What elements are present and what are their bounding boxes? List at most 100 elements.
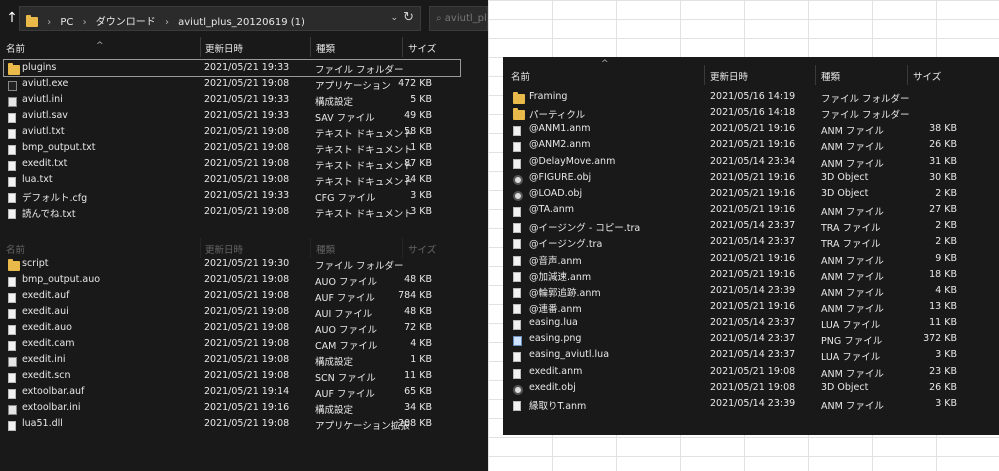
file-name: exedit.auf	[22, 290, 70, 301]
file-date: 2021/05/21 19:08	[204, 418, 290, 429]
file-row[interactable]: @輪郭追跡.anm 2021/05/14 23:39 ANM ファイル 4 KB	[507, 283, 993, 299]
file-row[interactable]: @加減速.anm 2021/05/21 19:16 ANM ファイル 18 KB	[507, 267, 993, 283]
file-date: 2021/05/21 19:08	[204, 370, 290, 381]
file-row[interactable]: exedit.obj 2021/05/21 19:08 3D Object 26 KB	[507, 380, 993, 396]
file-type: 3D Object	[821, 171, 869, 183]
column-name[interactable]: 名前	[511, 69, 530, 83]
file-row[interactable]: aviutl.ini 2021/05/21 19:33 構成設定 5 KB	[4, 92, 460, 108]
search-placeholder: aviutl_plus_20120619 (1)の検索	[444, 13, 487, 24]
file-type: PNG ファイル	[821, 336, 883, 348]
column-date[interactable]: 更新日時	[205, 242, 243, 256]
file-row[interactable]: デフォルト.cfg 2021/05/21 19:33 CFG ファイル 3 KB	[4, 188, 460, 204]
file-row[interactable]: @DelayMove.anm 2021/05/14 23:34 ANM ファイル 31…	[507, 154, 993, 170]
column-size[interactable]: サイズ	[408, 41, 436, 55]
file-row[interactable]: lua51.dll 2021/05/21 19:08 アプリケーション拡張 208 K…	[4, 416, 460, 432]
file-type: ANM ファイル	[821, 400, 884, 412]
column-name[interactable]: 名前	[6, 41, 25, 55]
column-size[interactable]: サイズ	[913, 69, 941, 83]
column-size[interactable]: サイズ	[408, 242, 436, 256]
file-row[interactable]: exedit.scn 2021/05/21 19:08 SCN ファイル 11 KB	[4, 368, 460, 384]
file-row[interactable]: exedit.auo 2021/05/21 19:08 AUO ファイル 72 KB	[4, 320, 460, 336]
file-size: 38 KB	[929, 123, 957, 135]
file-row[interactable]: aviutl.exe 2021/05/21 19:08 アプリケーション 472 KB	[4, 76, 460, 92]
file-type: LUA ファイル	[821, 352, 881, 364]
file-row[interactable]: easing.png 2021/05/14 23:37 PNG ファイル 372 KB	[507, 331, 993, 347]
file-row[interactable]: exedit.txt 2021/05/21 19:08 テキスト ドキュメント 87 …	[4, 156, 460, 172]
file-date: 2021/05/21 19:16	[710, 187, 796, 199]
column-type[interactable]: 種類	[316, 242, 335, 256]
breadcrumb-item[interactable]: ダウンロード	[96, 17, 156, 28]
file-row[interactable]: @イージング.tra 2021/05/14 23:37 TRA ファイル 2 KB	[507, 234, 993, 250]
address-bar[interactable]: › PC › ダウンロード › aviutl_plus_20120619 (1)…	[19, 6, 421, 31]
file-size: 48 KB	[404, 274, 432, 285]
file-type: テキスト ドキュメント	[315, 177, 413, 188]
file-row[interactable]: exedit.auf 2021/05/21 19:08 AUF ファイル 784 KB	[4, 288, 460, 304]
file-name: @LOAD.obj	[529, 187, 583, 199]
file-date: 2021/05/21 19:14	[204, 386, 290, 397]
column-name[interactable]: 名前	[6, 242, 25, 256]
file-row[interactable]: 読んでね.txt 2021/05/21 19:08 テキスト ドキュメント 3 KB	[4, 204, 460, 220]
file-name: lua.txt	[22, 174, 53, 185]
column-header: ^ 名前 更新日時 種類 サイズ	[503, 59, 999, 85]
file-row[interactable]: extoolbar.auf 2021/05/21 19:14 AUF ファイル 65 …	[4, 384, 460, 400]
file-type: SAV ファイル	[315, 113, 375, 124]
file-row[interactable]: @LOAD.obj 2021/05/21 19:16 3D Object 2 KB	[507, 186, 993, 202]
file-row[interactable]: plugins 2021/05/21 19:33 ファイル フォルダー	[3, 59, 461, 77]
file-row[interactable]: @ANM1.anm 2021/05/21 19:16 ANM ファイル 38 KB	[507, 121, 993, 137]
column-type[interactable]: 種類	[316, 41, 335, 55]
file-date: 2021/05/14 23:39	[710, 284, 796, 296]
file-row[interactable]: @FIGURE.obj 2021/05/21 19:16 3D Object 30 K…	[507, 170, 993, 186]
column-date[interactable]: 更新日時	[205, 41, 243, 55]
search-input[interactable]: ⌕ aviutl_plus_20120619 (1)の検索	[429, 6, 488, 31]
file-date: 2021/05/21 19:16	[710, 300, 796, 312]
file-size: 5 KB	[410, 94, 432, 105]
breadcrumb-item[interactable]: aviutl_plus_20120619 (1)	[178, 17, 305, 28]
file-date: 2021/05/21 19:08	[204, 174, 290, 185]
file-row[interactable]: aviutl.sav 2021/05/21 19:33 SAV ファイル 49 KB	[4, 108, 460, 124]
file-type: ANM ファイル	[821, 142, 884, 154]
file-type: テキスト ドキュメント	[315, 129, 413, 140]
refresh-icon[interactable]: ↻	[403, 10, 414, 25]
file-name: exedit.ini	[22, 354, 66, 365]
breadcrumb-item[interactable]: PC	[60, 17, 73, 28]
file-size: 372 KB	[923, 333, 957, 345]
file-row[interactable]: Framing 2021/05/16 14:19 ファイル フォルダー	[507, 89, 993, 105]
file-row[interactable]: easing.lua 2021/05/14 23:37 LUA ファイル 11 KB	[507, 315, 993, 331]
chevron-right-icon: ›	[82, 17, 87, 28]
file-row[interactable]: bmp_output.txt 2021/05/21 19:08 テキスト ドキュメン…	[4, 140, 460, 156]
address-bar-area: ↑ › PC › ダウンロード › aviutl_plus_20120619 (…	[0, 0, 488, 37]
file-row[interactable]: exedit.anm 2021/05/21 19:08 ANM ファイル 23 KB	[507, 364, 993, 380]
file-row[interactable]: @連番.anm 2021/05/21 19:16 ANM ファイル 13 KB	[507, 299, 993, 315]
up-arrow-icon[interactable]: ↑	[4, 10, 20, 26]
file-row[interactable]: exedit.aui 2021/05/21 19:08 AUI ファイル 48 KB	[4, 304, 460, 320]
file-row[interactable]: bmp_output.auo 2021/05/21 19:08 AUO ファイル 48…	[4, 272, 460, 288]
file-row[interactable]: aviutl.txt 2021/05/21 19:08 テキスト ドキュメント 58 …	[4, 124, 460, 140]
file-type: ファイル フォルダー	[315, 261, 404, 272]
file-row[interactable]: easing_aviutl.lua 2021/05/14 23:37 LUA ファイ…	[507, 347, 993, 363]
file-date: 2021/05/21 19:16	[710, 204, 796, 216]
chevron-down-icon[interactable]: ⌄	[390, 13, 398, 23]
file-row[interactable]: パーティクル 2021/05/16 14:18 ファイル フォルダー	[507, 105, 993, 121]
column-date[interactable]: 更新日時	[710, 69, 748, 83]
column-type[interactable]: 種類	[821, 69, 840, 83]
file-row[interactable]: extoolbar.ini 2021/05/21 19:16 構成設定 34 KB	[4, 400, 460, 416]
file-name: extoolbar.auf	[22, 386, 85, 397]
column-header-partial: 名前 更新日時 種類 サイズ	[0, 238, 488, 258]
file-row[interactable]: @TA.anm 2021/05/21 19:16 ANM ファイル 27 KB	[507, 202, 993, 218]
file-row[interactable]: @ANM2.anm 2021/05/21 19:16 ANM ファイル 26 KB	[507, 137, 993, 153]
file-size: 3 KB	[410, 190, 432, 201]
file-row[interactable]: exedit.cam 2021/05/21 19:08 CAM ファイル 4 KB	[4, 336, 460, 352]
file-row[interactable]: 縁取りT.anm 2021/05/14 23:39 ANM ファイル 3 KB	[507, 396, 993, 412]
file-row[interactable]: exedit.ini 2021/05/21 19:08 構成設定 1 KB	[4, 352, 460, 368]
file-size: 31 KB	[929, 155, 957, 167]
file-row[interactable]: @音声.anm 2021/05/21 19:16 ANM ファイル 9 KB	[507, 251, 993, 267]
file-row[interactable]: @イージング - コピー.tra 2021/05/14 23:37 TRA ファイル…	[507, 218, 993, 234]
file-date: 2021/05/21 19:33	[204, 110, 290, 121]
file-date: 2021/05/21 19:08	[204, 306, 290, 317]
file-row[interactable]: lua.txt 2021/05/21 19:08 テキスト ドキュメント 34 KB	[4, 172, 460, 188]
file-name: exedit.scn	[22, 370, 71, 381]
file-row[interactable]: script 2021/05/21 19:30 ファイル フォルダー	[4, 256, 460, 272]
column-header: ^ 名前 更新日時 種類 サイズ	[0, 37, 488, 57]
file-type: AUF ファイル	[315, 293, 375, 304]
file-name: bmp_output.auo	[22, 274, 101, 285]
